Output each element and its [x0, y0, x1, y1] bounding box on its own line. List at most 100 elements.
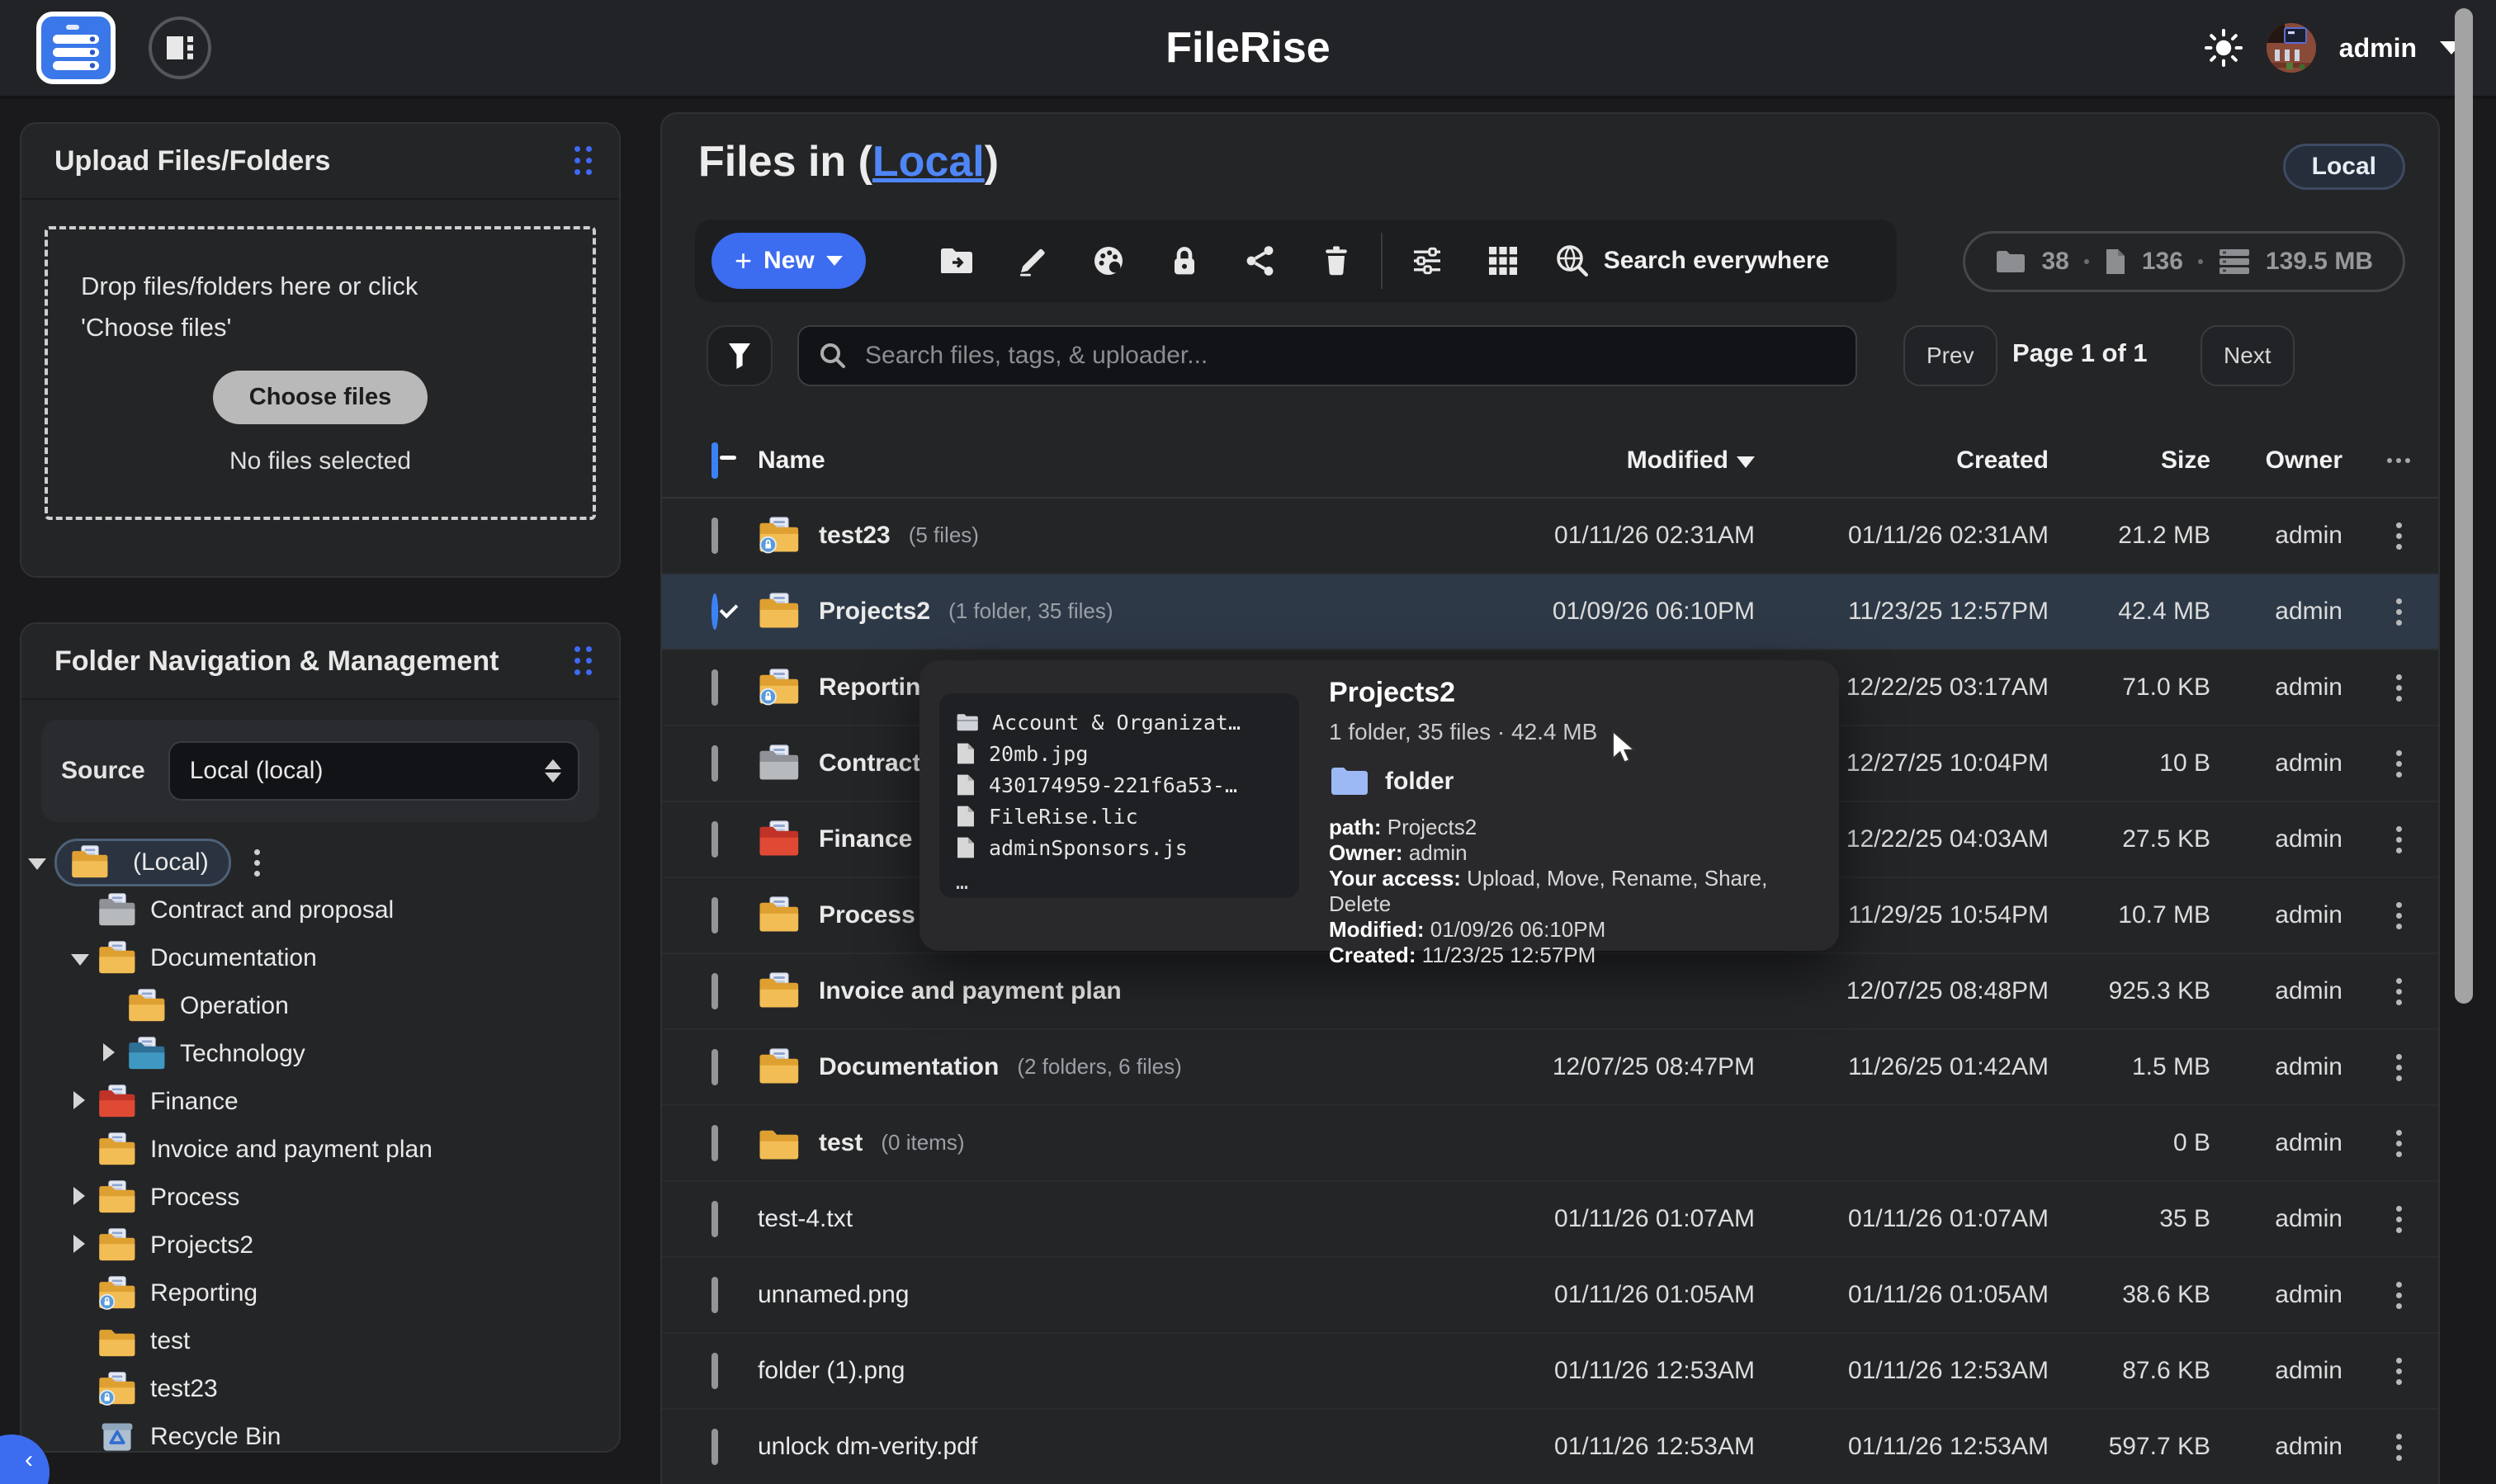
column-header-name[interactable]: Name — [758, 447, 1487, 475]
column-header-owner[interactable]: Owner — [2224, 447, 2359, 475]
row-checkbox[interactable] — [711, 1429, 718, 1465]
tree-item-test[interactable]: test — [21, 1317, 619, 1365]
folder-menu-kebab-icon[interactable] — [254, 849, 260, 877]
tree-item-finance[interactable]: Finance — [21, 1078, 619, 1126]
row-menu-kebab-icon[interactable] — [2359, 1358, 2438, 1385]
lock-button[interactable] — [1146, 231, 1222, 291]
move-to-folder-button[interactable] — [919, 231, 995, 291]
prev-page-button[interactable]: Prev — [1903, 325, 1997, 386]
row-checkbox[interactable] — [711, 1277, 718, 1313]
row-checkbox[interactable] — [711, 1353, 718, 1389]
table-row-unlock-dm-verity-pdf[interactable]: unlock dm-verity.pdf 01/11/26 12:53AM 01… — [662, 1410, 2438, 1484]
share-button[interactable] — [1222, 231, 1298, 291]
drag-handle-icon[interactable] — [574, 646, 593, 676]
source-select[interactable]: Local (local) — [168, 741, 579, 801]
table-row-projects2[interactable]: Projects2 (1 folder, 35 files) 01/09/26 … — [662, 574, 2438, 650]
current-folder-link[interactable]: Local — [872, 138, 985, 186]
upload-dropzone[interactable]: Drop files/folders here or click 'Choose… — [45, 226, 596, 520]
row-menu-kebab-icon[interactable] — [2359, 750, 2438, 777]
filter-button[interactable] — [707, 325, 773, 386]
file-name[interactable]: Reporting — [819, 673, 936, 702]
row-checkbox[interactable] — [711, 745, 718, 782]
table-row-test[interactable]: test (0 items) 0 B admin — [662, 1106, 2438, 1182]
row-menu-kebab-icon[interactable] — [2359, 1206, 2438, 1233]
row-menu-kebab-icon[interactable] — [2359, 826, 2438, 853]
row-menu-kebab-icon[interactable] — [2359, 522, 2438, 550]
row-menu-kebab-icon[interactable] — [2359, 902, 2438, 929]
tree-collapse-caret-icon[interactable] — [71, 1231, 87, 1260]
row-checkbox[interactable] — [711, 669, 718, 706]
tree-item-contract-and-proposal[interactable]: Contract and proposal — [21, 886, 619, 934]
file-name[interactable]: test23 — [819, 522, 891, 550]
search-everywhere-button[interactable]: Search everywhere — [1554, 243, 1830, 279]
file-name[interactable]: test — [819, 1129, 863, 1157]
row-checkbox[interactable] — [711, 1201, 718, 1237]
tree-expand-caret-icon[interactable] — [71, 944, 87, 972]
table-row-documentation[interactable]: Documentation (2 folders, 6 files) 12/07… — [662, 1030, 2438, 1106]
filerise-logo-icon[interactable] — [36, 12, 116, 84]
delete-button[interactable] — [1298, 231, 1374, 291]
file-name[interactable]: Projects2 — [819, 598, 930, 626]
filter-options-button[interactable] — [1389, 231, 1465, 291]
table-row-folder-1-png[interactable]: folder (1).png 01/11/26 12:53AM 01/11/26… — [662, 1334, 2438, 1410]
row-menu-kebab-icon[interactable] — [2359, 1282, 2438, 1309]
tree-item-invoice-and-payment-plan[interactable]: Invoice and payment plan — [21, 1126, 619, 1174]
file-name[interactable]: unnamed.png — [758, 1281, 910, 1309]
theme-toggle-sun-icon[interactable] — [2204, 28, 2243, 68]
row-checkbox[interactable] — [711, 897, 718, 933]
tree-item-operation[interactable]: Operation — [21, 982, 619, 1030]
tree-item-recycle-bin[interactable]: Recycle Bin — [21, 1413, 619, 1453]
selected-folder-pill[interactable]: (Local) — [54, 839, 231, 886]
new-button[interactable]: + New — [711, 233, 866, 289]
row-menu-kebab-icon[interactable] — [2359, 674, 2438, 702]
rename-button[interactable] — [995, 231, 1071, 291]
row-checkbox[interactable] — [711, 1125, 718, 1161]
file-name[interactable]: folder (1).png — [758, 1357, 905, 1385]
user-avatar[interactable] — [2267, 23, 2316, 73]
file-name[interactable]: test-4.txt — [758, 1205, 853, 1233]
file-name[interactable]: Invoice and payment plan — [819, 977, 1122, 1005]
row-menu-kebab-icon[interactable] — [2359, 1130, 2438, 1157]
select-all-checkbox[interactable] — [711, 442, 718, 479]
tree-collapse-caret-icon[interactable] — [71, 1184, 87, 1212]
choose-files-button[interactable]: Choose files — [213, 371, 428, 424]
table-row-unnamed-png[interactable]: unnamed.png 01/11/26 01:05AM 01/11/26 01… — [662, 1258, 2438, 1334]
tree-item-test23[interactable]: test23 — [21, 1365, 619, 1413]
tree-item-technology[interactable]: Technology — [21, 1030, 619, 1078]
row-menu-kebab-icon[interactable] — [2359, 978, 2438, 1005]
table-row-test-4-txt[interactable]: test-4.txt 01/11/26 01:07AM 01/11/26 01:… — [662, 1182, 2438, 1258]
column-header-modified[interactable]: Modified — [1487, 447, 1768, 475]
file-name[interactable]: Documentation — [819, 1053, 999, 1081]
layout-toggle-button[interactable] — [149, 17, 211, 79]
column-options-button[interactable] — [2359, 458, 2438, 463]
drag-handle-icon[interactable] — [574, 146, 593, 176]
grid-view-button[interactable] — [1465, 231, 1541, 291]
tree-item-projects2[interactable]: Projects2 — [21, 1222, 619, 1269]
tag-color-button[interactable] — [1071, 231, 1146, 291]
column-header-size[interactable]: Size — [2062, 447, 2224, 475]
tree-item-label: Technology — [180, 1040, 305, 1068]
file-name[interactable]: unlock dm-verity.pdf — [758, 1433, 977, 1461]
tree-collapse-caret-icon[interactable] — [71, 1088, 87, 1116]
row-checkbox[interactable] — [711, 518, 718, 554]
table-row-test23[interactable]: test23 (5 files) 01/11/26 02:31AM 01/11/… — [662, 499, 2438, 574]
row-menu-kebab-icon[interactable] — [2359, 598, 2438, 626]
row-checkbox[interactable] — [711, 593, 718, 630]
tree-item-reporting[interactable]: Reporting — [21, 1269, 619, 1317]
tree-item-documentation[interactable]: Documentation — [21, 934, 619, 982]
tree-item-process[interactable]: Process — [21, 1174, 619, 1222]
file-name[interactable]: Finance — [819, 825, 912, 853]
scrollbar-thumb[interactable] — [2455, 8, 2473, 1004]
row-menu-kebab-icon[interactable] — [2359, 1054, 2438, 1081]
tree-item-local[interactable]: (Local) — [21, 839, 619, 886]
file-name[interactable]: Process — [819, 901, 915, 929]
row-menu-kebab-icon[interactable] — [2359, 1434, 2438, 1461]
tree-collapse-caret-icon[interactable] — [101, 1040, 117, 1068]
row-checkbox[interactable] — [711, 973, 718, 1009]
next-page-button[interactable]: Next — [2201, 325, 2295, 386]
tree-expand-caret-icon[interactable] — [28, 848, 45, 877]
column-header-created[interactable]: Created — [1768, 447, 2062, 475]
row-checkbox[interactable] — [711, 821, 718, 858]
row-checkbox[interactable] — [711, 1049, 718, 1085]
search-input[interactable] — [862, 340, 1836, 371]
